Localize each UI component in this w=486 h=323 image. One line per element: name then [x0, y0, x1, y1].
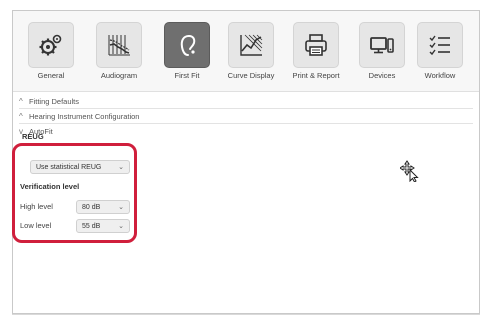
tool-curve-display-tile: [228, 22, 274, 68]
tool-workflow[interactable]: Workflow: [409, 22, 471, 80]
tool-devices-tile: [359, 22, 405, 68]
tool-audiogram-tile: [96, 22, 142, 68]
section-hearing-instrument-label: Hearing Instrument Configuration: [29, 111, 140, 121]
tool-curve-display[interactable]: Curve Display: [220, 22, 282, 80]
tool-curve-display-label: Curve Display: [227, 71, 275, 80]
tool-print-report[interactable]: Print & Report: [285, 22, 347, 80]
move-cursor-icon: [399, 160, 422, 187]
tool-audiogram-label: Audiogram: [100, 71, 138, 80]
tool-print-report-label: Print & Report: [292, 71, 340, 80]
highlight-annotation: [12, 143, 137, 243]
chevron-up-icon: ^: [19, 96, 23, 106]
main-toolbar: General Audiogram First Fit Curve Displa…: [13, 11, 479, 92]
tool-audiogram[interactable]: Audiogram: [88, 22, 150, 80]
tool-devices[interactable]: Devices: [351, 22, 413, 80]
tool-first-fit[interactable]: First Fit: [156, 22, 218, 80]
tool-general[interactable]: General: [20, 22, 82, 80]
section-fitting-defaults[interactable]: ^ Fitting Defaults: [19, 95, 79, 107]
tool-general-tile: [28, 22, 74, 68]
checklist-icon: [429, 35, 450, 56]
devices-icon: [370, 37, 394, 54]
divider: [19, 108, 473, 109]
tool-devices-label: Devices: [368, 71, 396, 80]
section-hearing-instrument[interactable]: ^ Hearing Instrument Configuration: [19, 110, 139, 122]
curve-chart-icon: [240, 34, 263, 56]
divider: [19, 123, 473, 124]
printer-icon: [305, 34, 327, 56]
reug-label: REUG: [22, 132, 44, 141]
tool-first-fit-tile: [164, 22, 210, 68]
tool-first-fit-label: First Fit: [174, 71, 200, 80]
section-fitting-defaults-label: Fitting Defaults: [29, 96, 80, 106]
tool-general-label: General: [37, 71, 65, 80]
gear-icon: [39, 34, 62, 56]
tool-workflow-label: Workflow: [424, 71, 456, 80]
tool-workflow-tile: [417, 22, 463, 68]
hearing-aid-icon: [180, 35, 196, 56]
chevron-up-icon: ^: [19, 111, 23, 121]
tool-print-report-tile: [293, 22, 339, 68]
bottom-divider: [12, 314, 480, 315]
audiogram-icon: [108, 35, 130, 56]
